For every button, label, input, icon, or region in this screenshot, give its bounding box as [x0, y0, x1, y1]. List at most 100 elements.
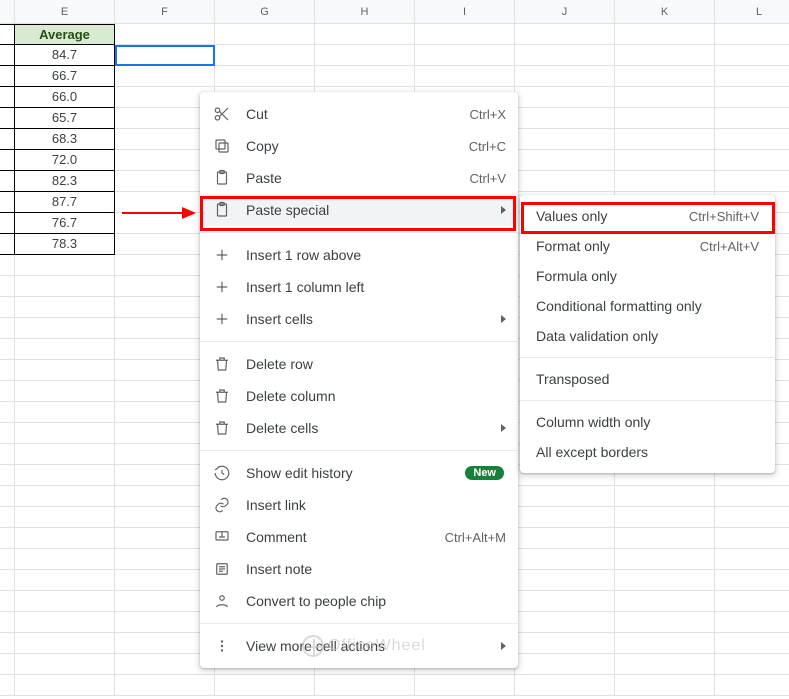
cell[interactable] [315, 675, 415, 696]
cell[interactable] [715, 129, 789, 150]
cell[interactable] [615, 549, 715, 570]
menu-item-delete-cells[interactable]: Delete cells [200, 412, 518, 444]
cell[interactable] [515, 24, 615, 45]
table-data-cell[interactable]: 66.7 [15, 66, 115, 87]
cell[interactable] [715, 549, 789, 570]
cell[interactable] [615, 66, 715, 87]
cell[interactable] [415, 24, 515, 45]
cell[interactable] [615, 633, 715, 654]
cell[interactable] [15, 423, 115, 444]
cell[interactable] [615, 108, 715, 129]
cell[interactable] [15, 297, 115, 318]
table-data-cell[interactable]: 87.7 [15, 192, 115, 213]
cell[interactable] [615, 24, 715, 45]
cell[interactable] [615, 129, 715, 150]
cell[interactable] [15, 591, 115, 612]
cell[interactable] [515, 45, 615, 66]
cell[interactable] [315, 66, 415, 87]
cell[interactable] [615, 675, 715, 696]
submenu-item-conditional-formatting[interactable]: Conditional formatting only [520, 291, 775, 321]
submenu-item-formula-only[interactable]: Formula only [520, 261, 775, 291]
cell[interactable] [715, 528, 789, 549]
cell[interactable] [515, 171, 615, 192]
column-header[interactable]: F [115, 0, 215, 24]
cell[interactable] [115, 66, 215, 87]
cell[interactable] [515, 633, 615, 654]
cell[interactable] [515, 570, 615, 591]
cell[interactable] [15, 318, 115, 339]
cell[interactable] [615, 45, 715, 66]
cell[interactable] [615, 486, 715, 507]
cell[interactable] [715, 654, 789, 675]
column-header[interactable]: I [415, 0, 515, 24]
cell[interactable] [715, 108, 789, 129]
cell[interactable] [615, 171, 715, 192]
table-data-cell[interactable]: 68.3 [15, 129, 115, 150]
cell[interactable] [715, 675, 789, 696]
cell[interactable] [15, 465, 115, 486]
table-data-cell[interactable]: 76.7 [15, 213, 115, 234]
cell[interactable] [715, 87, 789, 108]
cell[interactable] [15, 486, 115, 507]
cell[interactable] [215, 675, 315, 696]
cell[interactable] [15, 339, 115, 360]
table-header-cell[interactable]: Average [15, 24, 115, 45]
cell[interactable] [115, 675, 215, 696]
selected-cell[interactable] [115, 45, 215, 66]
cell[interactable] [315, 24, 415, 45]
cell[interactable] [415, 66, 515, 87]
table-data-cell[interactable]: 72.0 [15, 150, 115, 171]
menu-item-delete-row[interactable]: Delete row [200, 348, 518, 380]
cell[interactable] [615, 591, 715, 612]
cell[interactable] [715, 570, 789, 591]
cell[interactable] [515, 654, 615, 675]
cell[interactable] [715, 171, 789, 192]
cell[interactable] [715, 66, 789, 87]
table-data-cell[interactable]: 66.0 [15, 87, 115, 108]
cell[interactable] [715, 507, 789, 528]
cell[interactable] [15, 402, 115, 423]
column-header[interactable]: K [615, 0, 715, 24]
cell[interactable] [215, 66, 315, 87]
cell[interactable] [615, 507, 715, 528]
cell[interactable] [215, 24, 315, 45]
cell[interactable] [715, 150, 789, 171]
cell[interactable] [515, 486, 615, 507]
cell[interactable] [15, 255, 115, 276]
cell[interactable] [615, 654, 715, 675]
cell[interactable] [215, 45, 315, 66]
menu-item-paste-special[interactable]: Paste special [200, 194, 518, 226]
table-data-cell[interactable]: 84.7 [15, 45, 115, 66]
column-header[interactable]: E [15, 0, 115, 24]
cell[interactable] [15, 507, 115, 528]
cell[interactable] [15, 528, 115, 549]
cell[interactable] [615, 150, 715, 171]
cell[interactable] [515, 528, 615, 549]
cell[interactable] [15, 360, 115, 381]
table-data-cell[interactable]: 78.3 [15, 234, 115, 255]
cell[interactable] [415, 45, 515, 66]
cell[interactable] [715, 486, 789, 507]
cell[interactable] [715, 612, 789, 633]
cell[interactable] [715, 591, 789, 612]
cell[interactable] [515, 66, 615, 87]
menu-item-insert-link[interactable]: Insert link [200, 489, 518, 521]
menu-item-insert-column[interactable]: Insert 1 column left [200, 271, 518, 303]
submenu-item-format-only[interactable]: Format only Ctrl+Alt+V [520, 231, 775, 261]
cell[interactable] [15, 549, 115, 570]
cell[interactable] [315, 45, 415, 66]
cell[interactable] [15, 276, 115, 297]
cell[interactable] [515, 675, 615, 696]
cell[interactable] [515, 612, 615, 633]
cell[interactable] [715, 24, 789, 45]
cell[interactable] [515, 549, 615, 570]
menu-item-edit-history[interactable]: Show edit history New [200, 457, 518, 489]
table-data-cell[interactable]: 65.7 [15, 108, 115, 129]
cell[interactable] [615, 612, 715, 633]
submenu-item-values-only[interactable]: Values only Ctrl+Shift+V [520, 201, 775, 231]
cell[interactable] [515, 591, 615, 612]
column-header[interactable]: J [515, 0, 615, 24]
cell[interactable] [515, 507, 615, 528]
cell[interactable] [15, 675, 115, 696]
submenu-item-column-width[interactable]: Column width only [520, 407, 775, 437]
